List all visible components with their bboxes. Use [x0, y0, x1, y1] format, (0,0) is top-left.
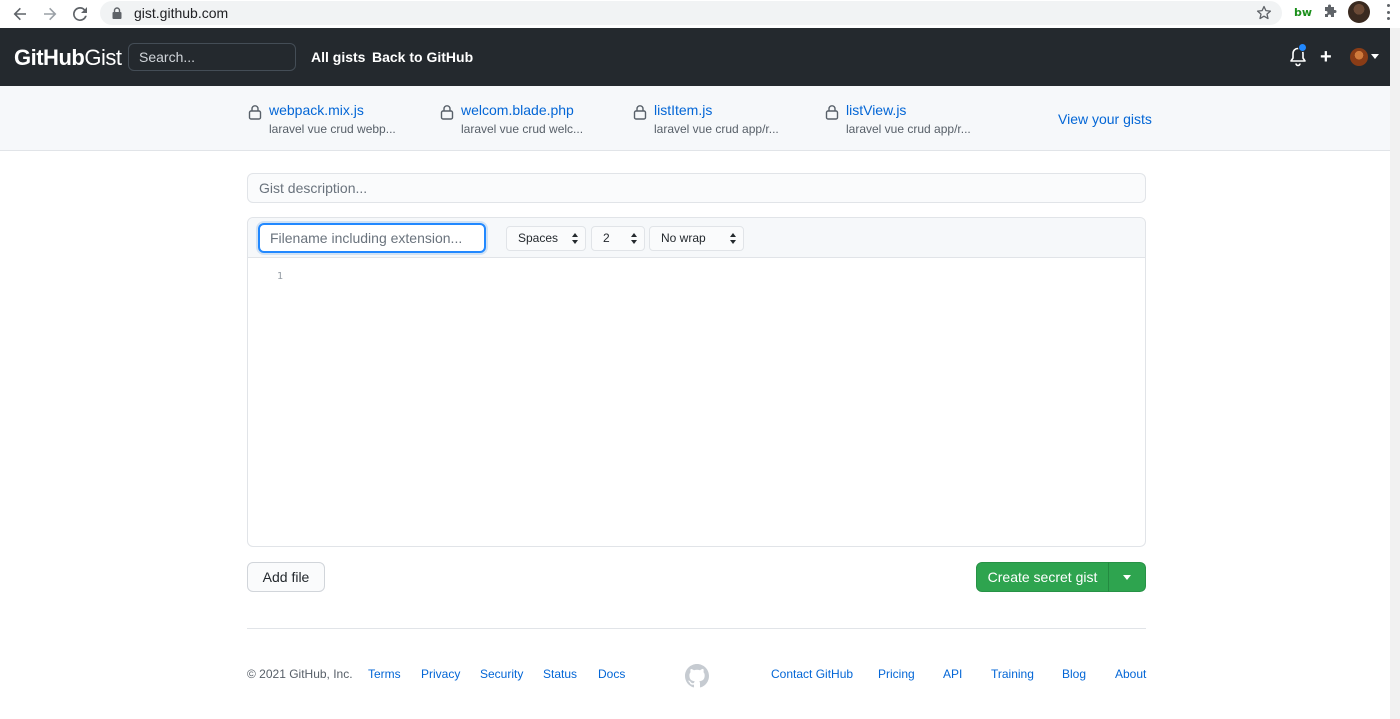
line-number: 1: [277, 271, 284, 282]
footer-link-pricing[interactable]: Pricing: [878, 667, 915, 681]
notification-indicator: [1298, 43, 1307, 52]
lock-icon: [825, 105, 839, 120]
browser-profile-avatar[interactable]: [1348, 1, 1370, 23]
browser-menu-icon[interactable]: [1386, 4, 1390, 20]
github-octocat-icon[interactable]: [685, 664, 709, 688]
recent-gist-desc: laravel vue crud app/r...: [846, 122, 971, 136]
recent-gist-desc: laravel vue crud welc...: [461, 122, 584, 136]
recent-gist-desc: laravel vue crud webp...: [269, 122, 396, 136]
select-arrows-icon: [572, 233, 578, 244]
user-avatar[interactable]: [1350, 48, 1368, 66]
chevron-down-icon: [1123, 575, 1131, 580]
footer-link-blog[interactable]: Blog: [1062, 667, 1086, 681]
footer-copyright: © 2021 GitHub, Inc.: [247, 667, 353, 681]
select-arrows-icon: [730, 233, 736, 244]
footer-link-docs[interactable]: Docs: [598, 667, 625, 681]
footer-link-status[interactable]: Status: [543, 667, 577, 681]
recent-gist-name[interactable]: listView.js: [846, 102, 906, 118]
select-arrows-icon: [631, 233, 637, 244]
footer-link-api[interactable]: API: [943, 667, 962, 681]
gist-description-input[interactable]: [247, 173, 1146, 203]
footer-link-about[interactable]: About: [1115, 667, 1146, 681]
footer-divider: [247, 628, 1146, 629]
bookmark-star-icon[interactable]: [1256, 5, 1272, 21]
wrap-mode-value: No wrap: [661, 231, 706, 245]
create-new-plus-icon[interactable]: +: [1320, 46, 1332, 69]
file-editor-header: Spaces 2 No wrap: [248, 218, 1145, 258]
indent-mode-select[interactable]: Spaces: [506, 226, 586, 251]
footer-link-privacy[interactable]: Privacy: [421, 667, 460, 681]
page-scrollbar[interactable]: [1390, 28, 1400, 719]
reload-icon[interactable]: [70, 4, 90, 24]
browser-toolbar: gist.github.com bw: [0, 0, 1400, 28]
forward-arrow-icon[interactable]: [40, 4, 60, 24]
create-secret-gist-button[interactable]: Create secret gist: [976, 562, 1109, 592]
extensions-puzzle-icon[interactable]: [1322, 4, 1338, 20]
url-text: gist.github.com: [134, 5, 229, 21]
nav-back-to-github[interactable]: Back to GitHub: [372, 49, 473, 65]
file-editor-box: Spaces 2 No wrap 1: [247, 217, 1146, 547]
recent-gists-bar: webpack.mix.js laravel vue crud webp... …: [0, 86, 1390, 151]
recent-gist-name[interactable]: listItem.js: [654, 102, 712, 118]
github-gist-logo[interactable]: GitHubGist: [14, 45, 122, 71]
recent-gist-desc: laravel vue crud app/r...: [654, 122, 779, 136]
footer-link-terms[interactable]: Terms: [368, 667, 401, 681]
nav-all-gists[interactable]: All gists: [311, 49, 365, 65]
lock-icon: [633, 105, 647, 120]
recent-gist-name[interactable]: webpack.mix.js: [269, 102, 364, 118]
recent-gist-name[interactable]: welcom.blade.php: [461, 102, 574, 118]
gist-header: GitHubGist All gists Back to GitHub +: [0, 28, 1390, 86]
extension-bw-icon[interactable]: bw: [1294, 6, 1312, 19]
footer-link-training[interactable]: Training: [991, 667, 1034, 681]
wrap-mode-select[interactable]: No wrap: [649, 226, 744, 251]
footer-link-security[interactable]: Security: [480, 667, 523, 681]
footer-link-contact[interactable]: Contact GitHub: [771, 667, 853, 681]
back-arrow-icon[interactable]: [10, 4, 30, 24]
lock-icon: [440, 105, 454, 120]
create-options-dropdown-button[interactable]: [1108, 562, 1146, 592]
indent-size-select[interactable]: 2: [591, 226, 645, 251]
indent-size-value: 2: [603, 231, 610, 245]
search-input[interactable]: [128, 43, 296, 71]
lock-icon: [112, 7, 122, 19]
lock-icon: [248, 105, 262, 120]
user-menu-caret-icon[interactable]: [1371, 54, 1379, 59]
code-editor[interactable]: 1: [248, 258, 1145, 546]
indent-mode-value: Spaces: [518, 231, 559, 245]
view-your-gists-link[interactable]: View your gists: [1058, 111, 1152, 127]
address-bar[interactable]: gist.github.com: [100, 1, 1282, 25]
add-file-button[interactable]: Add file: [247, 562, 325, 592]
filename-input[interactable]: [258, 223, 486, 253]
